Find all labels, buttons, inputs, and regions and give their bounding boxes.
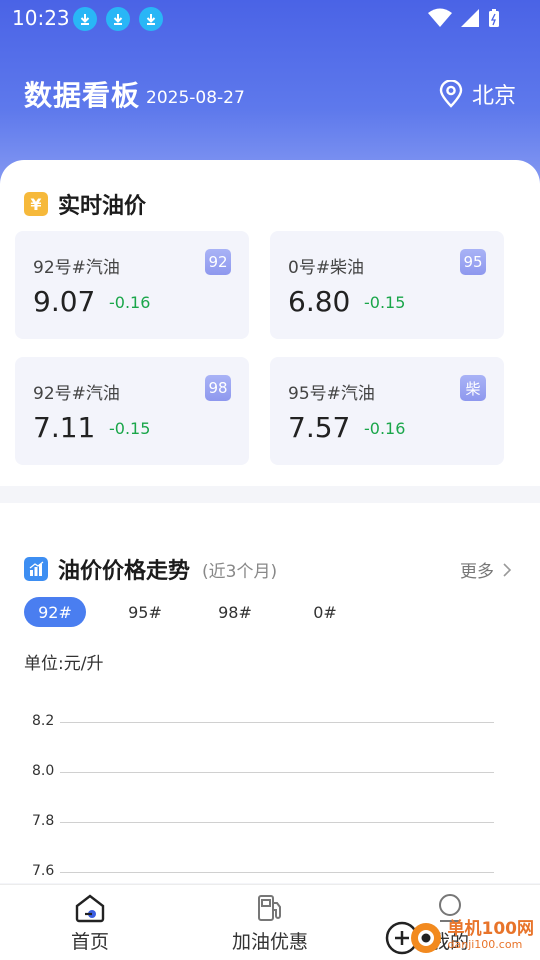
fuel-name: 95号#汽油 (288, 384, 375, 404)
fuel-price: 7.11 (33, 411, 96, 444)
fuel-price: 9.07 (33, 285, 96, 318)
page-date: 2025-08-27 (146, 88, 245, 108)
tab-0[interactable]: 0# (294, 597, 356, 627)
wifi-icon (428, 8, 452, 27)
bar-chart-icon (24, 557, 48, 581)
tab-95[interactable]: 95# (114, 597, 176, 627)
header-title-row: 数据看板 2025-08-27 (24, 74, 245, 114)
realtime-title: 实时油价 (58, 194, 147, 219)
status-time: 10:23 (12, 6, 70, 30)
more-label: 更多 (460, 562, 494, 582)
signal-icon (461, 9, 479, 27)
download-icon (106, 7, 130, 31)
fuel-pump-icon (258, 895, 281, 921)
price-card[interactable]: 92号#汽油 98 7.11 -0.15 (15, 357, 249, 465)
watermark: 单机100网 danji100.com (384, 916, 535, 956)
y-tick-label: 7.6 (32, 863, 55, 879)
watermark-url: danji100.com (447, 938, 523, 951)
status-icons (428, 8, 500, 28)
grid-line (60, 822, 494, 823)
tab-92[interactable]: 92# (24, 597, 86, 627)
price-change: -0.16 (109, 293, 151, 312)
watermark-text-block: 单机100网 danji100.com (447, 919, 535, 952)
fuel-price: 7.57 (288, 411, 351, 444)
nav-fuel-deals-label: 加油优惠 (231, 931, 308, 953)
tab-98[interactable]: 98# (204, 597, 266, 627)
grid-line (60, 722, 494, 723)
battery-icon (489, 9, 499, 27)
price-change: -0.15 (364, 293, 406, 312)
trend-subtitle: (近3个月) (202, 561, 278, 582)
price-card[interactable]: 92号#汽油 92 9.07 -0.16 (15, 231, 249, 339)
fuel-tabs: 92# 95# 98# 0# (24, 597, 384, 627)
realtime-price-panel: ¥ 实时油价 92号#汽油 92 9.07 -0.16 0号#柴油 95 6.8… (0, 160, 540, 486)
y-tick-label: 7.8 (32, 813, 55, 829)
price-card[interactable]: 0号#柴油 95 6.80 -0.15 (270, 231, 504, 339)
home-icon (75, 894, 105, 923)
y-tick-label: 8.0 (32, 763, 55, 779)
nav-fuel-deals[interactable]: 加油优惠 (210, 893, 330, 954)
download-icon (139, 7, 163, 31)
fuel-name: 92号#汽油 (33, 258, 120, 278)
price-change: -0.16 (364, 419, 406, 438)
location-pin-icon (439, 80, 463, 108)
yuan-icon: ¥ (24, 192, 48, 216)
page-title: 数据看板 (24, 79, 141, 112)
fuel-badge: 92 (205, 249, 231, 275)
price-change: -0.15 (109, 419, 151, 438)
chevron-right-icon (503, 562, 512, 577)
fuel-badge: 95 (460, 249, 486, 275)
fuel-badge: 柴 (460, 375, 486, 401)
location-selector[interactable]: 北京 (438, 78, 516, 110)
chart-unit-label: 单位:元/升 (24, 654, 104, 674)
price-card[interactable]: 95号#汽油 柴 7.57 -0.16 (270, 357, 504, 465)
more-link[interactable]: 更多 (460, 557, 512, 582)
fuel-name: 92号#汽油 (33, 384, 120, 404)
download-icon (73, 7, 97, 31)
location-label: 北京 (471, 84, 516, 109)
fuel-name: 0号#柴油 (288, 258, 365, 278)
nav-home[interactable]: 首页 (30, 893, 150, 954)
y-tick-label: 8.2 (32, 713, 55, 729)
status-bar: 10:23 (0, 0, 540, 36)
realtime-section-header: ¥ 实时油价 (24, 188, 146, 220)
fuel-price: 6.80 (288, 285, 351, 318)
trend-section-header: 油价价格走势 (近3个月) (24, 553, 277, 585)
trend-title: 油价价格走势 (58, 559, 191, 584)
grid-line (60, 872, 494, 873)
fuel-badge: 98 (205, 375, 231, 401)
grid-line (60, 772, 494, 773)
watermark-logo (385, 921, 441, 955)
nav-home-label: 首页 (70, 931, 109, 953)
watermark-text: 单机100网 (447, 919, 535, 939)
price-trend-panel: 油价价格走势 (近3个月) 更多 92# 95# 98# 0# 单位:元/升 8… (0, 503, 540, 883)
